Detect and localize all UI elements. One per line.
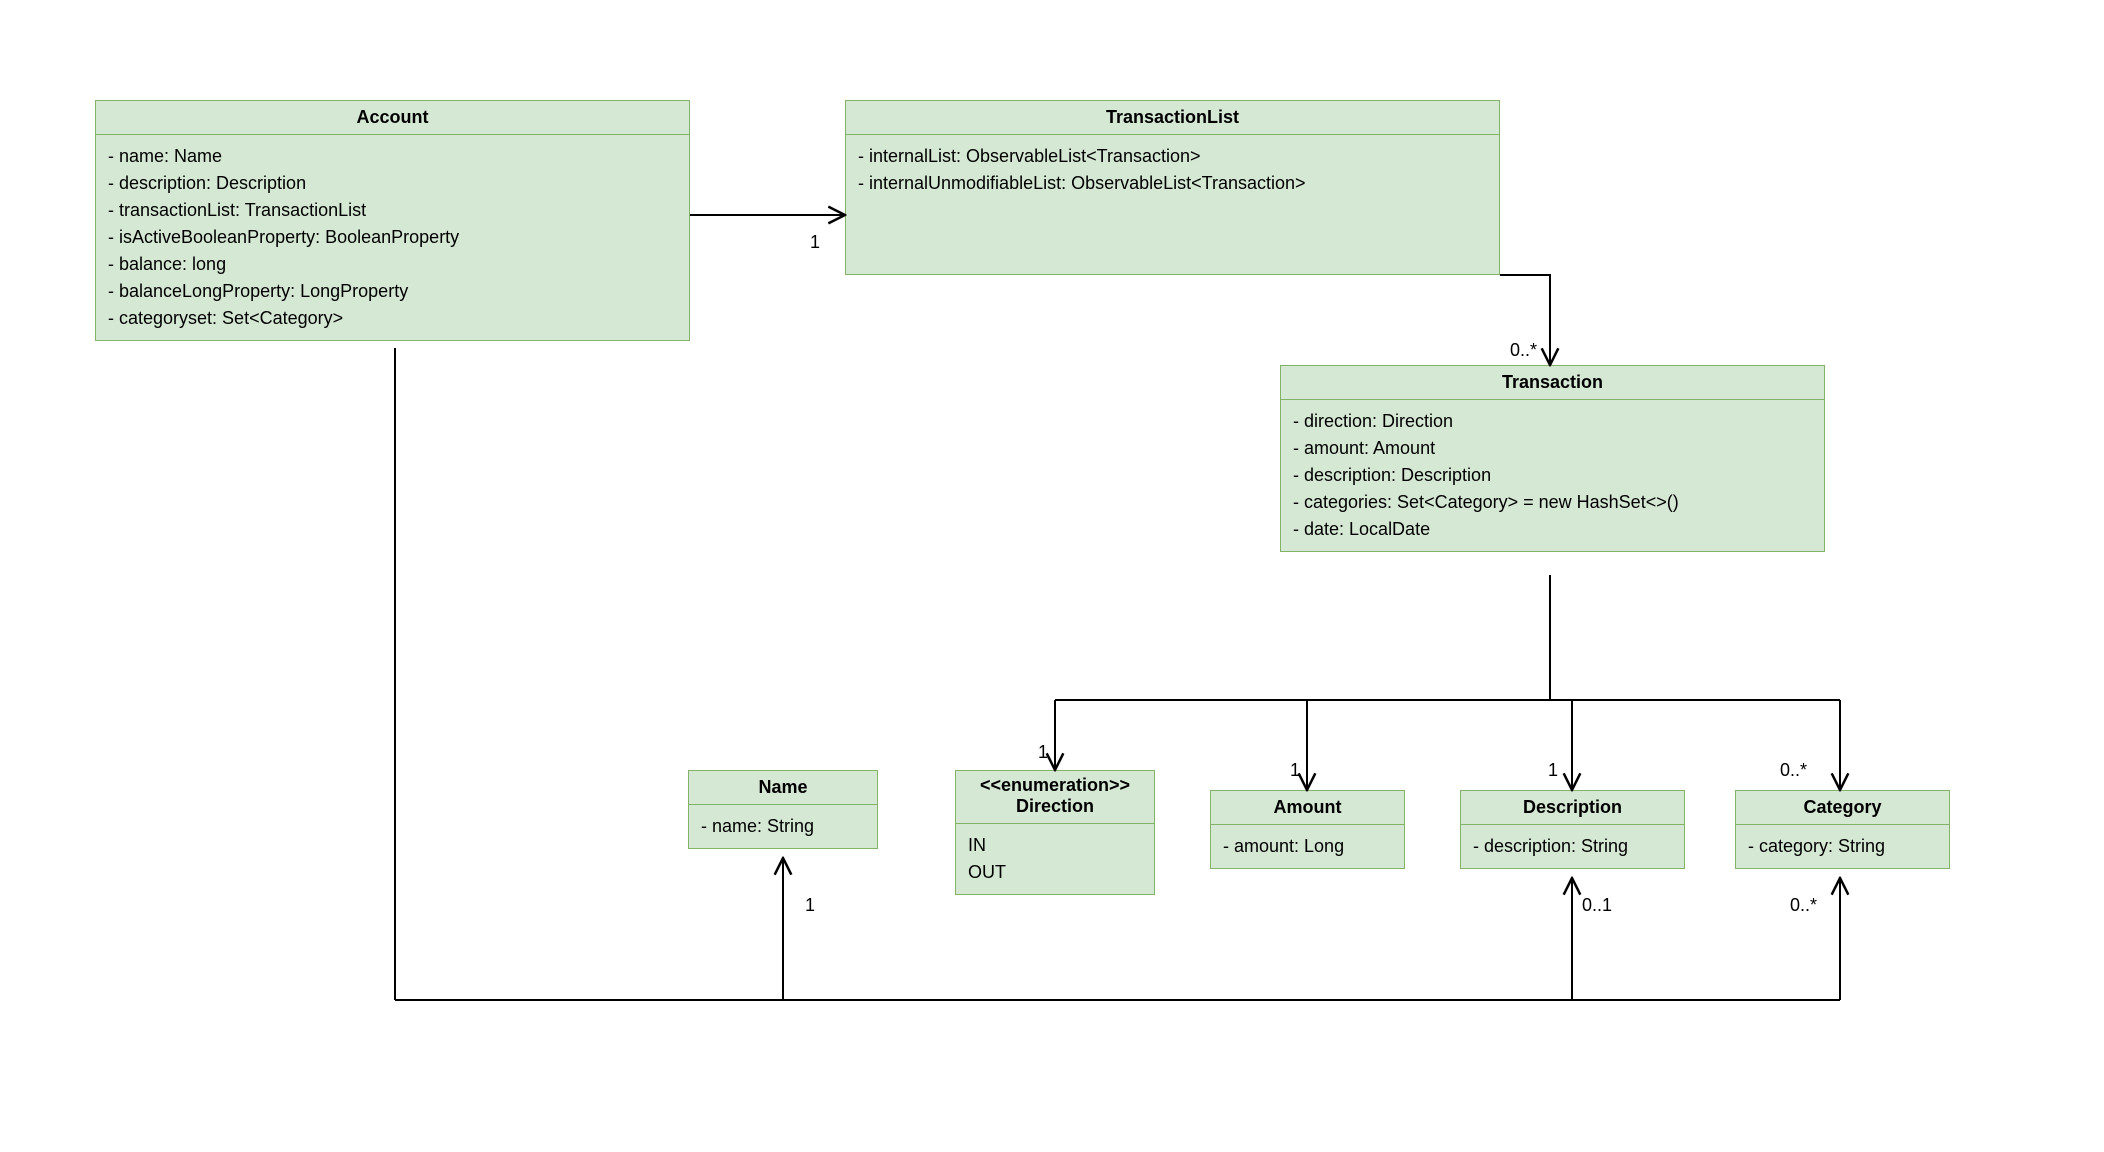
attr: - balance: long xyxy=(108,251,677,278)
mult-account-category: 0..* xyxy=(1790,895,1817,916)
attr: - date: LocalDate xyxy=(1293,516,1812,543)
attr: - categories: Set<Category> = new HashSe… xyxy=(1293,489,1812,516)
attr: - description: Description xyxy=(1293,462,1812,489)
class-direction-header: <<enumeration>> Direction xyxy=(956,771,1154,824)
mult-txn-amount: 1 xyxy=(1290,760,1300,781)
class-direction: <<enumeration>> Direction IN OUT xyxy=(955,770,1155,895)
attr: - internalUnmodifiableList: ObservableLi… xyxy=(858,170,1487,197)
class-amount-body: - amount: Long xyxy=(1211,825,1404,868)
attr: - category: String xyxy=(1748,833,1937,860)
literal: IN xyxy=(968,832,1142,859)
class-transactionlist-body: - internalList: ObservableList<Transacti… xyxy=(846,135,1499,205)
class-direction-title: Direction xyxy=(956,796,1154,823)
class-name-title: Name xyxy=(689,771,877,805)
class-transactionlist-title: TransactionList xyxy=(846,101,1499,135)
attr: - isActiveBooleanProperty: BooleanProper… xyxy=(108,224,677,251)
class-direction-body: IN OUT xyxy=(956,824,1154,894)
attr: - internalList: ObservableList<Transacti… xyxy=(858,143,1487,170)
class-category-body: - category: String xyxy=(1736,825,1949,868)
class-direction-stereotype: <<enumeration>> xyxy=(956,771,1154,796)
class-account-title: Account xyxy=(96,101,689,135)
mult-account-name: 1 xyxy=(805,895,815,916)
uml-diagram-canvas: Account - name: Name - description: Desc… xyxy=(0,0,2104,1152)
class-transaction-title: Transaction xyxy=(1281,366,1824,400)
mult-txn-category: 0..* xyxy=(1780,760,1807,781)
class-name-body: - name: String xyxy=(689,805,877,848)
attr: - name: Name xyxy=(108,143,677,170)
attr: - balanceLongProperty: LongProperty xyxy=(108,278,677,305)
class-account: Account - name: Name - description: Desc… xyxy=(95,100,690,341)
literal: OUT xyxy=(968,859,1142,886)
mult-tlist-txn: 0..* xyxy=(1510,340,1537,361)
class-amount-title: Amount xyxy=(1211,791,1404,825)
class-transactionlist: TransactionList - internalList: Observab… xyxy=(845,100,1500,275)
mult-account-tlist: 1 xyxy=(810,232,820,253)
class-transaction-body: - direction: Direction - amount: Amount … xyxy=(1281,400,1824,551)
attr: - categoryset: Set<Category> xyxy=(108,305,677,332)
class-category: Category - category: String xyxy=(1735,790,1950,869)
attr: - description: String xyxy=(1473,833,1672,860)
class-description: Description - description: String xyxy=(1460,790,1685,869)
class-transaction: Transaction - direction: Direction - amo… xyxy=(1280,365,1825,552)
mult-txn-description: 1 xyxy=(1548,760,1558,781)
class-account-body: - name: Name - description: Description … xyxy=(96,135,689,340)
attr: - description: Description xyxy=(108,170,677,197)
attr: - amount: Long xyxy=(1223,833,1392,860)
mult-account-description: 0..1 xyxy=(1582,895,1612,916)
class-name: Name - name: String xyxy=(688,770,878,849)
attr: - name: String xyxy=(701,813,865,840)
attr: - transactionList: TransactionList xyxy=(108,197,677,224)
class-category-title: Category xyxy=(1736,791,1949,825)
attr: - direction: Direction xyxy=(1293,408,1812,435)
class-description-title: Description xyxy=(1461,791,1684,825)
mult-txn-direction: 1 xyxy=(1038,742,1048,763)
attr: - amount: Amount xyxy=(1293,435,1812,462)
class-description-body: - description: String xyxy=(1461,825,1684,868)
class-amount: Amount - amount: Long xyxy=(1210,790,1405,869)
